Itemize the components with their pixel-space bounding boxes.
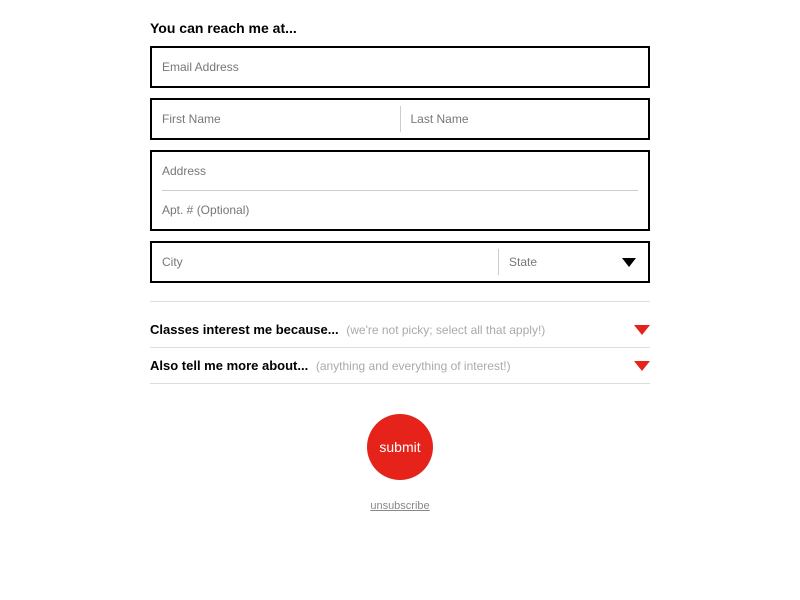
address-group — [150, 150, 650, 231]
email-field[interactable] — [152, 48, 648, 86]
unsubscribe-link[interactable]: unsubscribe — [150, 500, 650, 512]
accordion-title: Classes interest me because... (we're no… — [150, 322, 545, 337]
chevron-down-icon — [634, 361, 650, 371]
accordion-label: Classes interest me because... — [150, 322, 339, 337]
apt-field[interactable] — [152, 191, 648, 229]
accordion-hint: (anything and everything of interest!) — [316, 359, 511, 373]
first-name-field[interactable] — [152, 100, 400, 138]
address-field[interactable] — [152, 152, 648, 190]
accordion-hint: (we're not picky; select all that apply!… — [346, 323, 545, 337]
name-group — [150, 98, 650, 140]
divider — [150, 301, 650, 302]
submit-button[interactable]: submit — [367, 414, 433, 480]
chevron-down-icon — [622, 258, 636, 267]
accordion-classes-interest[interactable]: Classes interest me because... (we're no… — [150, 312, 650, 348]
accordion-label: Also tell me more about... — [150, 358, 308, 373]
accordion-tell-me-more[interactable]: Also tell me more about... (anything and… — [150, 348, 650, 384]
last-name-field[interactable] — [401, 100, 649, 138]
city-state-group — [150, 241, 650, 283]
submit-container: submit unsubscribe — [150, 414, 650, 512]
chevron-down-icon — [634, 325, 650, 335]
form-heading: You can reach me at... — [150, 20, 650, 36]
state-field[interactable] — [499, 249, 622, 275]
city-field[interactable] — [152, 243, 498, 281]
email-group — [150, 46, 650, 88]
accordion-title: Also tell me more about... (anything and… — [150, 358, 511, 373]
state-select[interactable] — [498, 249, 648, 275]
